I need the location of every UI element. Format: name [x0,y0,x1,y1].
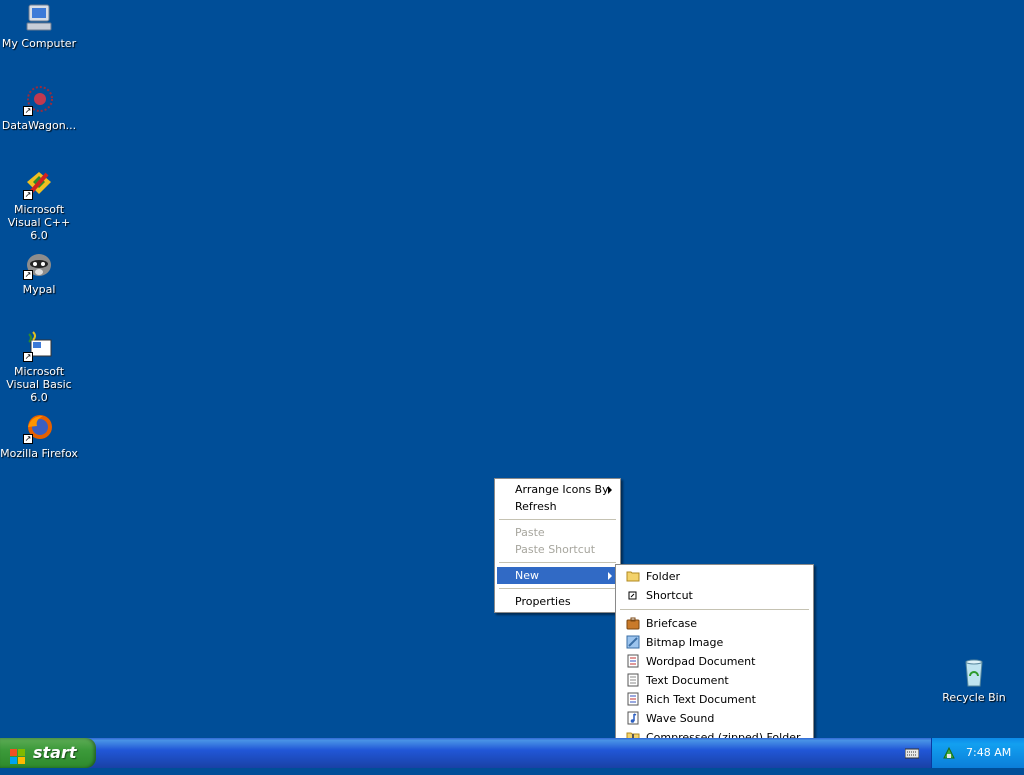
start-button[interactable]: start [0,738,96,768]
desktop-icon-label: Microsoft Visual C++ 6.0 [7,203,71,242]
menu-item-label: Refresh [515,500,557,513]
submenu-item-wave-sound[interactable]: Wave Sound [618,709,811,728]
menu-separator [499,519,616,520]
system-tray: 7:48 AM [931,738,1024,768]
taskbar: start 7:48 AM [0,738,1024,768]
my-computer-icon [23,2,55,34]
submenu-item-label: Wordpad Document [646,655,756,668]
menu-item-paste: Paste [497,524,618,541]
submenu-item-text-document[interactable]: Text Document [618,671,811,690]
submenu-item-wordpad-document[interactable]: Wordpad Document [618,652,811,671]
submenu-item-label: Bitmap Image [646,636,724,649]
shortcut-arrow-icon: ↗ [23,190,33,200]
submenu-item-shortcut[interactable]: Shortcut [618,586,811,605]
submenu-arrow-icon [608,572,612,580]
visual-basic-icon: ↗ [23,330,55,362]
menu-separator [499,588,616,589]
desktop-icon-my-computer[interactable]: My Computer [0,2,78,50]
menu-separator [499,562,616,563]
desktop-icon-mypal[interactable]: ↗ Mypal [0,248,78,296]
firefox-icon: ↗ [23,412,55,444]
menu-item-label: Paste Shortcut [515,543,596,556]
submenu-item-label: Briefcase [646,617,698,630]
submenu-item-briefcase[interactable]: Briefcase [618,614,811,633]
shortcut-arrow-icon: ↗ [23,352,33,362]
shortcut-arrow-icon: ↗ [23,106,33,116]
visual-cpp-icon: ↗ [23,168,55,200]
rich-text-document-icon [626,692,640,706]
submenu-item-rich-text-document[interactable]: Rich Text Document [618,690,811,709]
menu-separator [620,609,809,610]
desktop-icon-recycle-bin[interactable]: Recycle Bin [935,656,1013,704]
menu-item-new[interactable]: New [497,567,618,584]
desktop-icon-visual-basic[interactable]: ↗ Microsoft Visual Basic 6.0 [0,330,78,404]
shortcut-arrow-icon: ↗ [23,270,33,280]
folder-icon [626,569,640,583]
desktop-icon-firefox[interactable]: ↗ Mozilla Firefox [0,412,78,460]
menu-item-refresh[interactable]: Refresh [497,498,618,515]
submenu-item-folder[interactable]: Folder [618,567,811,586]
menu-item-label: Arrange Icons By [515,483,609,496]
text-document-icon [626,673,640,687]
menu-item-paste-shortcut: Paste Shortcut [497,541,618,558]
submenu-item-label: Text Document [646,674,729,687]
desktop-context-menu: Arrange Icons By Refresh Paste Paste Sho… [494,478,621,613]
shortcut-arrow-icon: ↗ [23,434,33,444]
wordpad-document-icon [626,654,640,668]
desktop-icon-label: My Computer [1,37,77,50]
start-label: start [33,743,77,762]
network-icon[interactable] [942,746,956,760]
submenu-item-label: Folder [646,570,680,583]
desktop-icon-label: Mozilla Firefox [0,447,78,460]
submenu-item-label: Shortcut [646,589,693,602]
clock[interactable]: 7:48 AM [966,738,1011,768]
recycle-bin-icon [958,656,990,688]
desktop-icon-label: Recycle Bin [942,691,1006,704]
submenu-item-label: Wave Sound [646,712,715,725]
new-submenu: Folder Shortcut Briefcase Bitmap Image W… [615,564,814,750]
menu-item-label: Properties [515,595,571,608]
menu-item-label: Paste [515,526,545,539]
keyboard-icon[interactable] [904,747,920,759]
desktop-icon-visual-cpp[interactable]: ↗ Microsoft Visual C++ 6.0 [0,168,78,242]
datawagon-icon: ↗ [23,84,55,116]
menu-item-label: New [515,569,539,582]
desktop-icon-label: Mypal [22,283,56,296]
menu-item-properties[interactable]: Properties [497,593,618,610]
briefcase-icon [626,616,640,630]
submenu-item-bitmap-image[interactable]: Bitmap Image [618,633,811,652]
submenu-item-label: Rich Text Document [646,693,756,706]
shortcut-icon [626,588,640,602]
submenu-arrow-icon [608,486,612,494]
desktop-icon-label: Microsoft Visual Basic 6.0 [6,365,72,404]
windows-flag-icon [10,745,26,764]
desktop-icon-label: DataWagon... [1,119,77,132]
menu-item-arrange-icons-by[interactable]: Arrange Icons By [497,481,618,498]
bitmap-image-icon [626,635,640,649]
desktop-icon-datawagon[interactable]: ↗ DataWagon... [0,84,78,132]
mypal-raccoon-icon: ↗ [23,248,55,280]
wave-sound-icon [626,711,640,725]
